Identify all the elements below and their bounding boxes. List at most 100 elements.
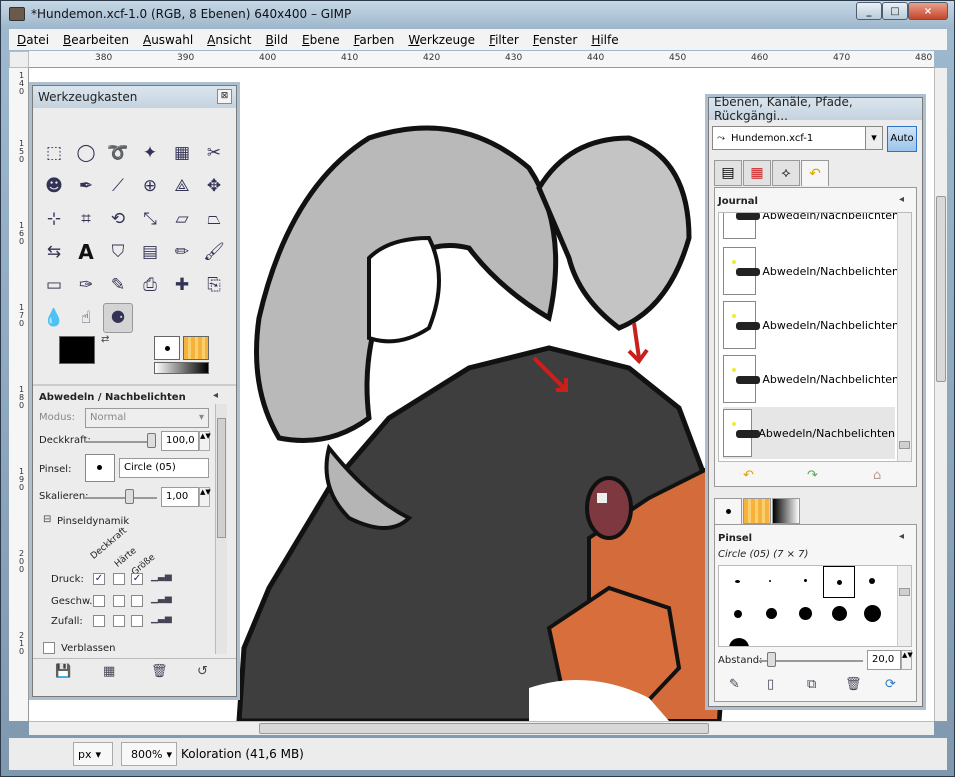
- tab-undo-history[interactable]: ↶: [801, 160, 829, 186]
- scale-icon[interactable]: ⤡: [135, 204, 165, 234]
- align-icon[interactable]: ⊹: [39, 204, 69, 234]
- scale-slider[interactable]: [85, 497, 157, 499]
- menu-bearbeiten[interactable]: Bearbeiten: [63, 33, 129, 47]
- dodge-burn-icon[interactable]: ⚈: [103, 303, 133, 333]
- collapse-icon[interactable]: ⊟: [43, 514, 51, 525]
- image-select[interactable]: ⤳ Hundemon.xcf-1: [712, 126, 883, 150]
- random-size-checkbox[interactable]: [131, 615, 143, 627]
- velocity-hardness-checkbox[interactable]: [113, 595, 125, 607]
- curve-icon[interactable]: ▁▃▅: [151, 594, 172, 604]
- ruler-corner[interactable]: [9, 51, 29, 68]
- ruler-left[interactable]: 140 150 160 170 180 190 200 210: [9, 68, 29, 721]
- opacity-spinner[interactable]: ▲▼: [199, 431, 211, 451]
- journal-scrollbar[interactable]: [897, 213, 911, 461]
- unit-select[interactable]: px ▾: [73, 742, 113, 766]
- rect-select-icon[interactable]: ⬚: [39, 138, 69, 168]
- fade-checkbox[interactable]: [43, 642, 55, 654]
- restore-options-icon[interactable]: ▦: [103, 664, 115, 679]
- heal-icon[interactable]: ✚: [167, 270, 197, 300]
- horizontal-scroll-thumb[interactable]: [259, 723, 709, 734]
- foreground-color[interactable]: [59, 336, 95, 364]
- opacity-slider-thumb[interactable]: [147, 433, 156, 448]
- foreground-select-icon[interactable]: ☻: [39, 171, 69, 201]
- curve-icon[interactable]: ▁▃▅: [151, 614, 172, 624]
- ruler-top[interactable]: 380 390 400 410 420 430 440 450 460 470 …: [29, 51, 934, 68]
- random-opacity-checkbox[interactable]: [93, 615, 105, 627]
- lasso-icon[interactable]: ➰: [103, 138, 133, 168]
- paths-icon[interactable]: ✒: [71, 171, 101, 201]
- airbrush-icon[interactable]: ✑: [71, 270, 101, 300]
- menu-ebene[interactable]: Ebene: [302, 33, 340, 47]
- clone-icon[interactable]: ⎙: [135, 270, 165, 300]
- pencil-icon[interactable]: ✏: [167, 237, 197, 267]
- menu-arrow-icon[interactable]: ◂: [213, 390, 218, 401]
- crop-icon[interactable]: ⌗: [71, 204, 101, 234]
- paintbrush-icon[interactable]: 🖌: [199, 237, 229, 267]
- vertical-scroll-thumb[interactable]: [936, 196, 946, 382]
- scale-spinner[interactable]: ▲▼: [199, 487, 211, 507]
- journal-scroll-thumb[interactable]: [899, 441, 910, 449]
- options-scroll-thumb[interactable]: [217, 418, 226, 538]
- auto-button[interactable]: Auto: [887, 126, 917, 152]
- brush-indicator[interactable]: [154, 336, 180, 360]
- close-button[interactable]: ×: [908, 2, 948, 20]
- zoom-icon[interactable]: ⊕: [135, 171, 165, 201]
- scale-input[interactable]: 1,00: [161, 487, 199, 507]
- tab-brushes[interactable]: [714, 498, 742, 524]
- pressure-opacity-checkbox[interactable]: ✓: [93, 573, 105, 585]
- tab-channels[interactable]: ▦: [743, 160, 771, 186]
- clear-history-icon[interactable]: ⌂: [873, 468, 881, 483]
- vertical-scrollbar[interactable]: [934, 68, 947, 721]
- random-hardness-checkbox[interactable]: [113, 615, 125, 627]
- chevron-down-icon[interactable]: ▾: [865, 126, 883, 150]
- list-item[interactable]: Abwedeln/Nachbelichten: [723, 299, 899, 351]
- zoom-select[interactable]: 800% ▾: [121, 742, 177, 766]
- menu-fenster[interactable]: Fenster: [533, 33, 578, 47]
- menu-datei[interactable]: Datei: [17, 33, 49, 47]
- edit-brush-icon[interactable]: ✎: [729, 677, 740, 692]
- gradient-indicator[interactable]: [154, 362, 209, 374]
- tab-layers[interactable]: ▤: [714, 160, 742, 186]
- curve-icon[interactable]: ▁▃▅: [151, 572, 172, 582]
- measure-icon[interactable]: ⟁: [167, 171, 197, 201]
- move-icon[interactable]: ✥: [199, 171, 229, 201]
- redo-icon[interactable]: ↷: [807, 468, 818, 483]
- refresh-brushes-icon[interactable]: ⟳: [885, 677, 896, 692]
- flip-icon[interactable]: ⇆: [39, 237, 69, 267]
- spacing-slider-thumb[interactable]: [767, 652, 776, 667]
- tab-paths[interactable]: ⟡: [772, 160, 800, 186]
- ellipse-select-icon[interactable]: ◯: [71, 138, 101, 168]
- swap-colors-icon[interactable]: ⇄: [101, 334, 109, 345]
- horizontal-scrollbar[interactable]: [29, 721, 934, 735]
- tab-gradients[interactable]: [772, 498, 800, 524]
- toolbox-titlebar[interactable]: Werkzeugkasten ⊠: [33, 86, 236, 108]
- delete-brush-icon[interactable]: 🗑: [845, 677, 862, 692]
- bucket-fill-icon[interactable]: ⛉: [103, 237, 133, 267]
- brush-preview[interactable]: [85, 454, 115, 482]
- minimize-button[interactable]: _: [856, 2, 882, 20]
- brush-item[interactable]: [729, 638, 749, 646]
- spacing-spinner[interactable]: ▲▼: [901, 650, 913, 670]
- shear-icon[interactable]: ▱: [167, 204, 197, 234]
- save-options-icon[interactable]: 💾: [55, 664, 71, 679]
- brush-item[interactable]: [735, 580, 740, 583]
- menu-hilfe[interactable]: Hilfe: [591, 33, 618, 47]
- brush-item[interactable]: [799, 607, 812, 620]
- velocity-size-checkbox[interactable]: [131, 595, 143, 607]
- scale-slider-thumb[interactable]: [125, 489, 134, 504]
- list-item[interactable]: Abwedeln/Nachbelichten: [723, 245, 899, 297]
- color-select-icon[interactable]: ▦: [167, 138, 197, 168]
- scissors-icon[interactable]: ✂: [199, 138, 229, 168]
- close-icon[interactable]: ⊠: [217, 89, 232, 104]
- journal-list[interactable]: Abwedeln/Nachbelichten Abwedeln/Nachbeli…: [718, 212, 912, 462]
- opacity-input[interactable]: 100,0: [161, 431, 199, 451]
- menu-farben[interactable]: Farben: [354, 33, 395, 47]
- brush-name-field[interactable]: Circle (05): [119, 458, 209, 478]
- brush-item[interactable]: [766, 608, 777, 619]
- ink-icon[interactable]: ✎: [103, 270, 133, 300]
- duplicate-brush-icon[interactable]: ⧉: [807, 677, 816, 692]
- brush-item[interactable]: [734, 610, 742, 618]
- brush-item[interactable]: [869, 578, 875, 584]
- pressure-hardness-checkbox[interactable]: [113, 573, 125, 585]
- brush-item[interactable]: [832, 606, 847, 621]
